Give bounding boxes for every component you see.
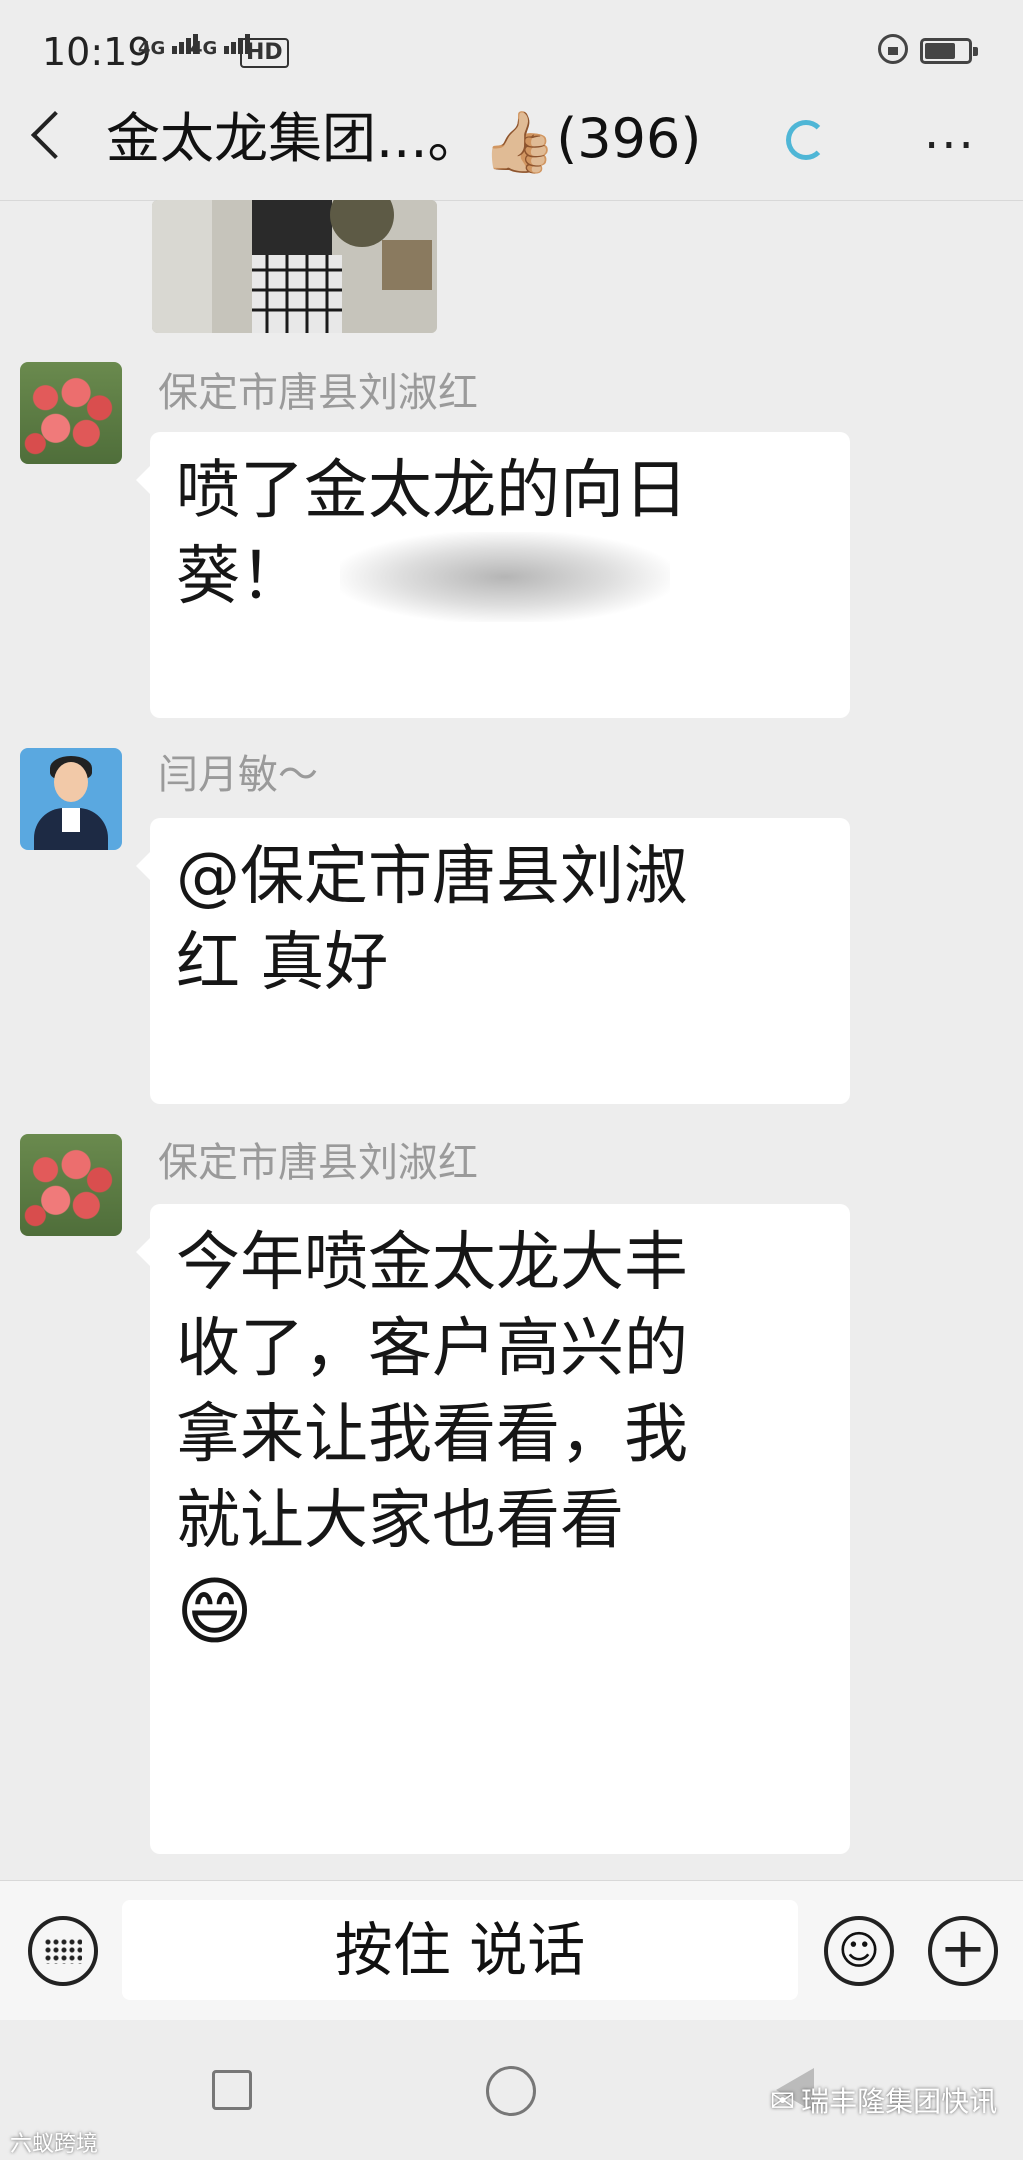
sender-name: 保定市唐县刘淑红 (158, 1140, 478, 1186)
watermark-right: ✉ 瑞丰隆集团快讯 (770, 2084, 998, 2119)
message-line: 今年喷金太龙大丰 (176, 1226, 688, 1300)
rotation-lock-icon (878, 34, 908, 64)
loading-icon (786, 120, 826, 160)
redaction-blur (340, 532, 670, 622)
sender-name: 闫月敏～ (158, 752, 318, 798)
image-message[interactable] (152, 200, 437, 333)
chat-title: 金太龙集团...。👍🏼(396) (106, 107, 702, 178)
message-bubble[interactable]: @保定市唐县刘淑 红 真好 (136, 818, 850, 1104)
avatar[interactable] (20, 1134, 122, 1236)
battery-icon (920, 38, 978, 64)
chat-area[interactable]: 保定市唐县刘淑红 喷了金太龙的向日 葵！ 闫月敏～ @保定市唐县刘淑 红 真好 … (0, 200, 1023, 1880)
message-line: 喷了金太龙的向日 (176, 454, 688, 528)
photo-thumbnail (152, 200, 437, 333)
avatar[interactable] (20, 748, 122, 850)
emoji-picker-icon[interactable]: ☺ (824, 1916, 894, 1986)
status-time: 10:19 (42, 30, 152, 74)
hold-to-talk-button[interactable]: 按住 说话 (122, 1900, 798, 2000)
home-icon[interactable] (486, 2066, 536, 2116)
message-bubble[interactable]: 今年喷金太龙大丰 收了，客户高兴的 拿来让我看看，我 就让大家也看看 😄 (136, 1204, 850, 1854)
more-icon[interactable]: ··· (924, 118, 976, 174)
recent-apps-icon[interactable] (212, 2070, 252, 2110)
watermark-left: 六蚁跨境 (10, 2132, 99, 2157)
plus-icon[interactable]: + (928, 1916, 998, 1986)
message-line: 红 真好 (176, 926, 389, 1000)
hd-icon: HD (240, 38, 289, 68)
sender-name: 保定市唐县刘淑红 (158, 370, 478, 416)
grin-emoji-icon: 😄 (176, 1569, 254, 1655)
message-line: 拿来让我看看，我 (176, 1398, 688, 1472)
thumbs-up-icon: 👍🏼 (481, 107, 557, 178)
avatar[interactable] (20, 362, 122, 464)
wechat-icon: ✉ (770, 2084, 796, 2119)
message-line: 收了，客户高兴的 (176, 1312, 688, 1386)
message-line: 就让大家也看看 (176, 1484, 624, 1558)
message-line: @保定市唐县刘淑 (176, 840, 688, 914)
member-count: (396) (556, 107, 702, 170)
status-bar: 10:19 4G 4G HD (0, 0, 1023, 100)
keyboard-icon[interactable] (28, 1916, 98, 1986)
